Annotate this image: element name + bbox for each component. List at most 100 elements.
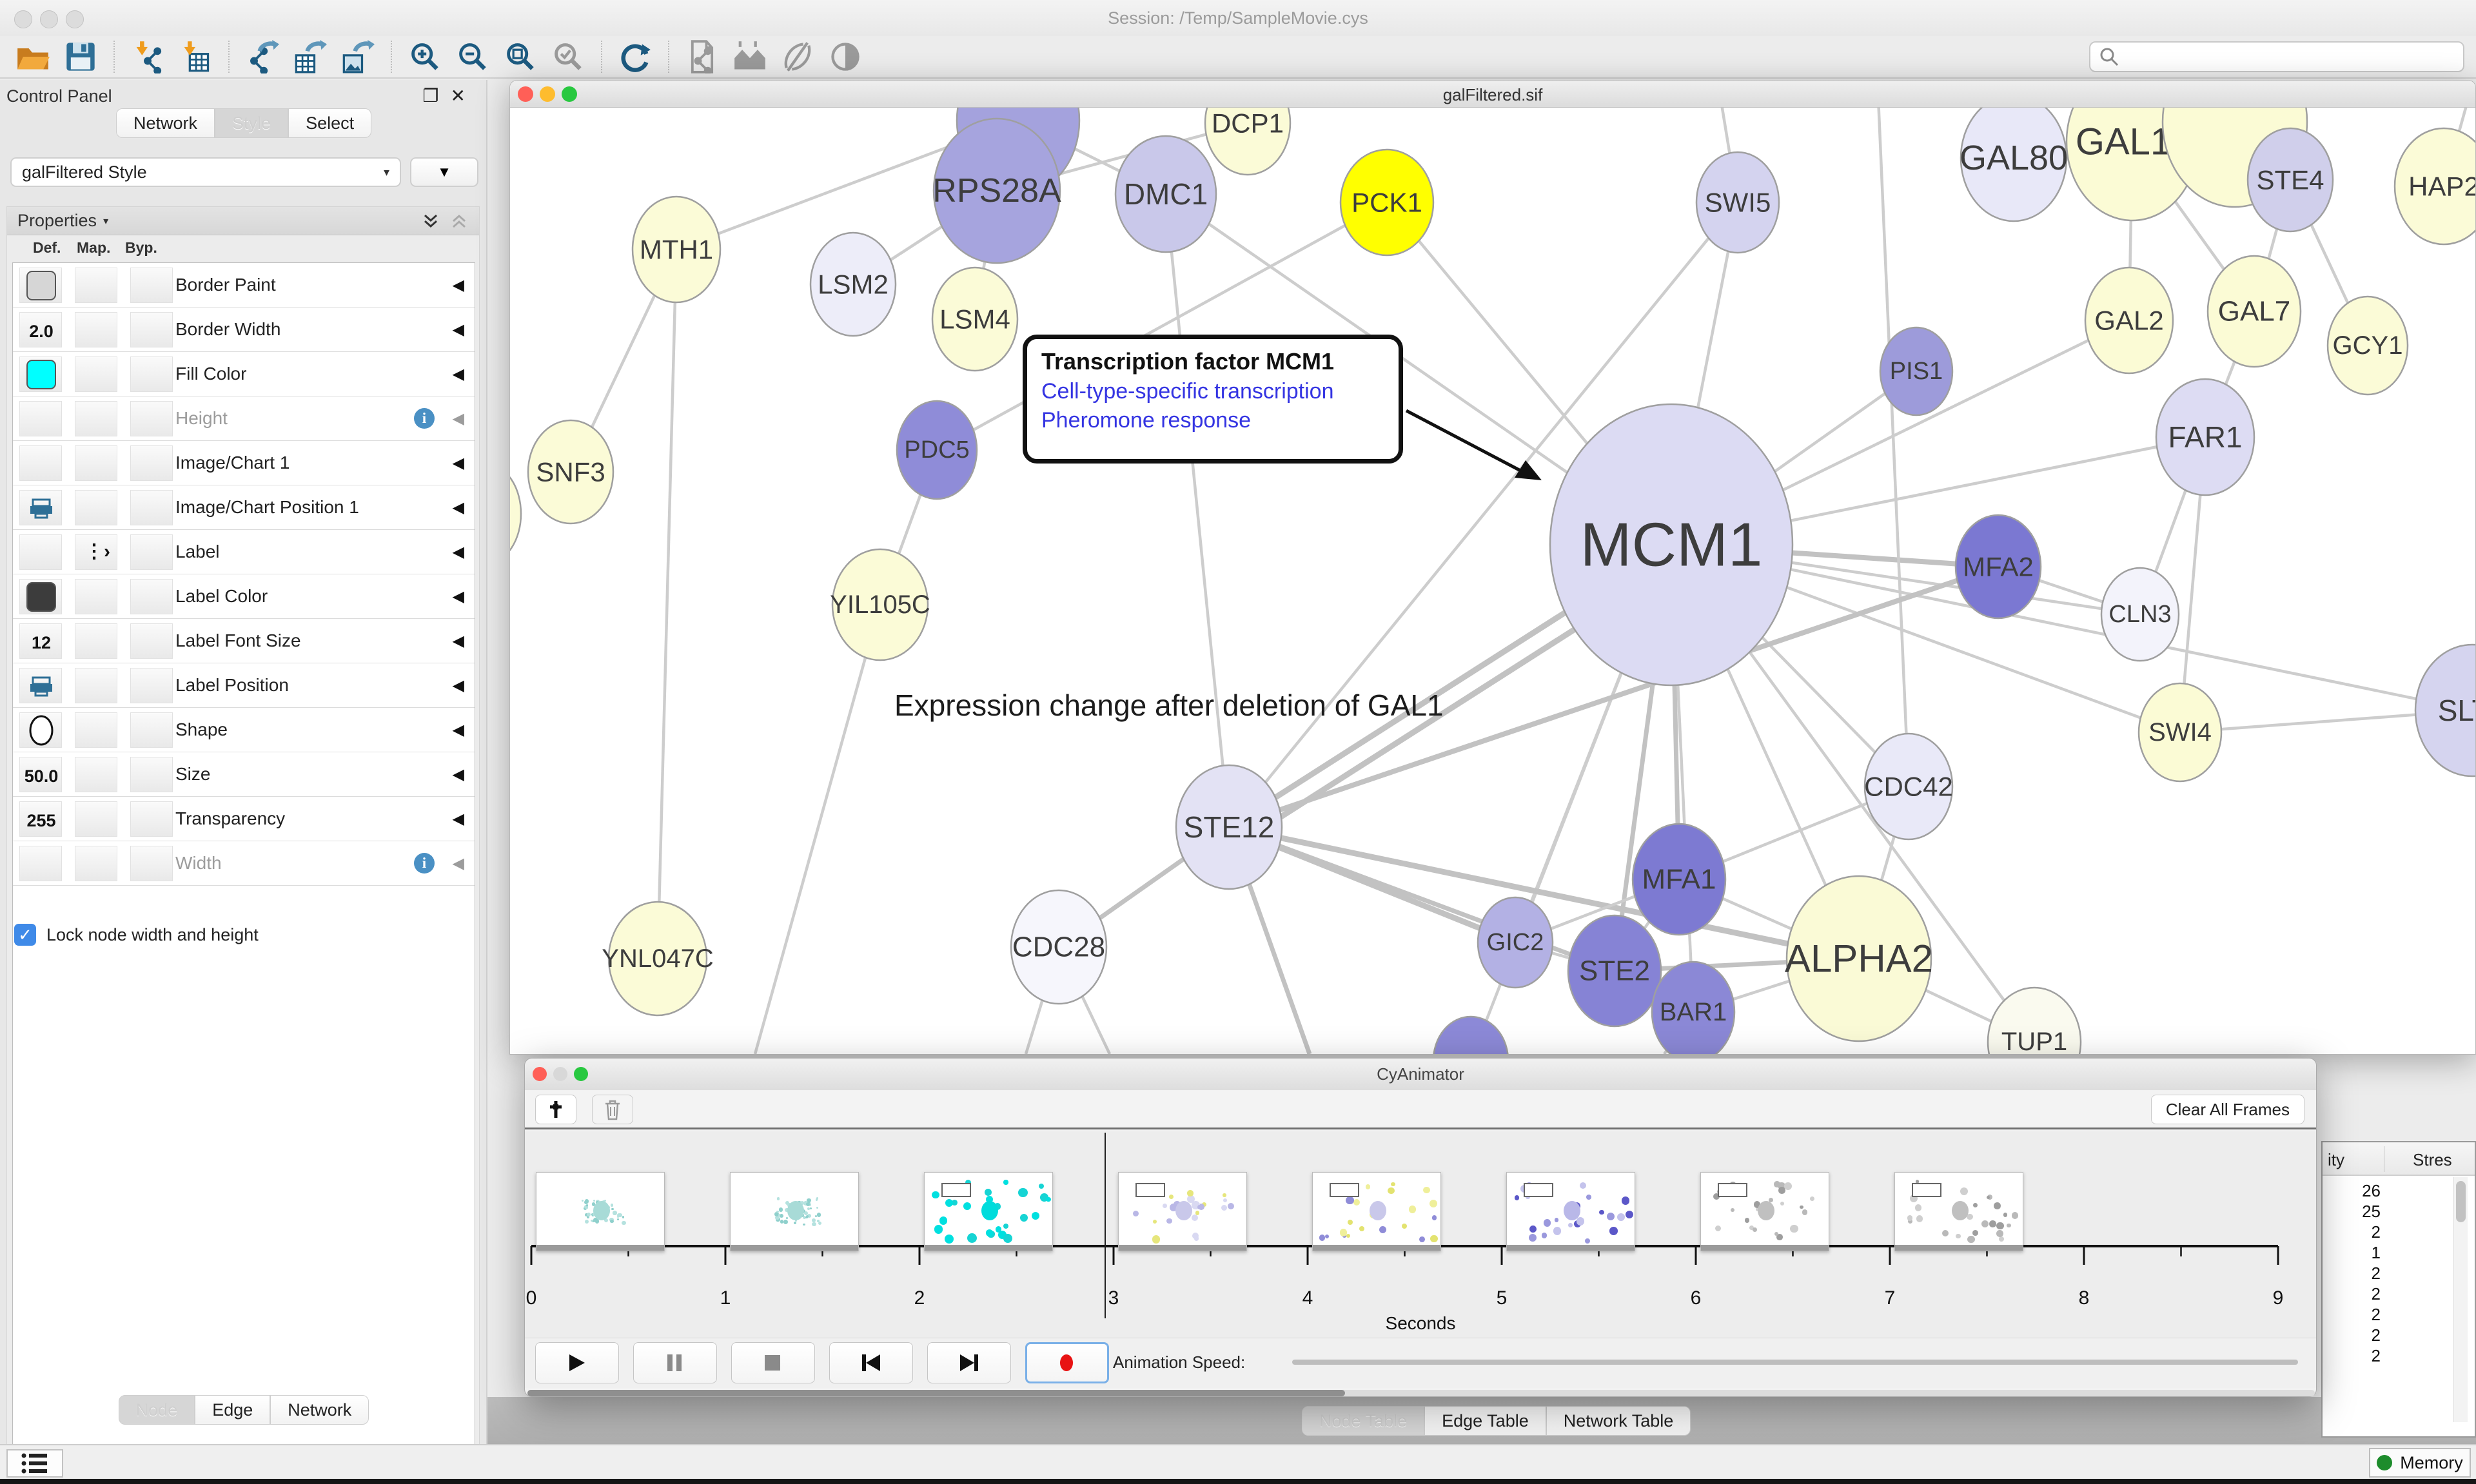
def-cell[interactable] xyxy=(19,668,62,703)
def-cell[interactable]: 50.0 xyxy=(19,757,62,792)
panel-window-buttons[interactable]: ❐✕ xyxy=(422,85,477,106)
node-LSM4[interactable]: LSM4 xyxy=(932,268,1017,371)
node-PDC5[interactable]: PDC5 xyxy=(897,401,977,499)
frame-thumbnail-7[interactable] xyxy=(1700,1172,1829,1251)
node-STE4[interactable]: STE4 xyxy=(2248,128,2333,231)
map-cell[interactable] xyxy=(75,579,117,614)
playhead[interactable] xyxy=(1105,1133,1106,1318)
skip-end-button[interactable] xyxy=(927,1342,1011,1383)
map-cell[interactable] xyxy=(75,668,117,703)
property-row-label-color[interactable]: Label Color◀ xyxy=(13,574,475,619)
expand-row-icon[interactable]: ◀ xyxy=(453,721,464,739)
map-cell[interactable] xyxy=(75,401,117,436)
map-cell[interactable] xyxy=(75,846,117,881)
zoom-fit-icon[interactable] xyxy=(502,39,539,75)
memory-button[interactable]: Memory xyxy=(2369,1448,2471,1478)
def-cell[interactable]: 255 xyxy=(19,801,62,837)
byp-cell[interactable] xyxy=(130,312,173,347)
clear-all-frames-button[interactable]: Clear All Frames xyxy=(2151,1095,2304,1124)
table-cell[interactable]: 25 xyxy=(2324,1202,2381,1222)
column-header[interactable]: ity xyxy=(2328,1150,2344,1170)
node-DCP1[interactable]: DCP1 xyxy=(1205,108,1290,175)
expand-row-icon[interactable]: ◀ xyxy=(453,365,464,384)
search-input[interactable] xyxy=(2089,41,2464,72)
node-MCM1[interactable]: MCM1 xyxy=(1550,404,1793,685)
node-MFA1[interactable]: MFA1 xyxy=(1633,824,1725,935)
map-cell[interactable] xyxy=(75,623,117,659)
byp-cell[interactable] xyxy=(130,801,173,837)
frame-thumbnail-1[interactable] xyxy=(536,1172,665,1251)
table-cell[interactable]: 2 xyxy=(2324,1305,2381,1325)
export-table-icon[interactable] xyxy=(291,39,329,75)
table-cell[interactable]: 2 xyxy=(2324,1264,2381,1284)
annotation-box[interactable]: Transcription factor MCM1 Cell-type-spec… xyxy=(1023,335,1403,464)
tab-node[interactable]: Node xyxy=(119,1395,195,1425)
node-GAL80[interactable]: GAL80 xyxy=(1960,108,2068,221)
copy-network-icon[interactable] xyxy=(683,39,721,75)
map-cell[interactable]: ⋮› xyxy=(75,534,117,570)
task-history-button[interactable] xyxy=(6,1449,63,1478)
node-STE2[interactable]: STE2 xyxy=(1568,915,1661,1026)
byp-cell[interactable] xyxy=(130,534,173,570)
zoom-selected-icon[interactable] xyxy=(549,39,587,75)
node-PCK1[interactable]: PCK1 xyxy=(1341,150,1433,255)
node-BAR1[interactable]: BAR1 xyxy=(1652,962,1734,1054)
network-canvas[interactable]: DCP1RPS28ADMC1PCK1SWI5GAL80GAL11STE4HAP2… xyxy=(510,108,2475,1054)
frame-thumbnail-5[interactable] xyxy=(1312,1172,1441,1251)
tab-select[interactable]: Select xyxy=(288,108,371,138)
def-cell[interactable] xyxy=(19,534,62,570)
byp-cell[interactable] xyxy=(130,445,173,481)
def-cell[interactable] xyxy=(19,490,62,525)
import-table-icon[interactable] xyxy=(177,39,214,75)
expand-row-icon[interactable]: ◀ xyxy=(453,854,464,873)
export-network-icon[interactable] xyxy=(244,39,281,75)
properties-header[interactable]: Properties ▾ xyxy=(7,207,479,235)
home-icon[interactable] xyxy=(731,39,769,75)
expand-row-icon[interactable]: ◀ xyxy=(453,587,464,606)
property-row-border-paint[interactable]: Border Paint◀ xyxy=(13,263,475,308)
node-SWI4[interactable]: SWI4 xyxy=(2139,683,2221,781)
scrollbar-thumb[interactable] xyxy=(527,1390,1345,1396)
node-GAL2[interactable]: GAL2 xyxy=(2085,268,2173,373)
node-pnode[interactable] xyxy=(1433,1017,1508,1054)
property-row-border-width[interactable]: 2.0Border Width◀ xyxy=(13,308,475,352)
pause-button[interactable] xyxy=(633,1342,717,1383)
zoom-in-icon[interactable] xyxy=(406,39,444,75)
table-cell[interactable]: 2 xyxy=(2324,1325,2381,1345)
table-cell[interactable]: 26 xyxy=(2324,1181,2381,1201)
eye-hidden-icon[interactable] xyxy=(779,39,816,75)
node-FAR1[interactable]: FAR1 xyxy=(2156,379,2254,495)
node-CDC28[interactable]: CDC28 xyxy=(1011,890,1106,1004)
frame-thumbnail-3[interactable] xyxy=(924,1172,1053,1251)
scrollbar-thumb[interactable] xyxy=(2456,1181,2466,1222)
byp-cell[interactable] xyxy=(130,623,173,659)
node-YNL047C[interactable]: YNL047C xyxy=(602,902,713,1015)
info-icon[interactable]: i xyxy=(414,408,435,429)
node-SNF3[interactable]: SNF3 xyxy=(528,420,613,523)
map-cell[interactable] xyxy=(75,801,117,837)
def-cell[interactable]: 2.0 xyxy=(19,312,62,347)
annotation-link[interactable]: Pheromone response xyxy=(1041,408,1392,433)
def-cell[interactable] xyxy=(19,846,62,881)
node-SWI5[interactable]: SWI5 xyxy=(1696,152,1779,253)
byp-cell[interactable] xyxy=(130,712,173,748)
annotation-link[interactable]: Cell-type-specific transcription xyxy=(1041,379,1392,404)
expand-row-icon[interactable]: ◀ xyxy=(453,765,464,784)
expand-row-icon[interactable]: ◀ xyxy=(453,632,464,650)
open-icon[interactable] xyxy=(14,39,52,75)
property-row-image-chart-position-1[interactable]: Image/Chart Position 1◀ xyxy=(13,485,475,530)
table-scrollbar[interactable] xyxy=(2453,1177,2468,1422)
node-ALPHA2[interactable]: ALPHA2 xyxy=(1785,876,1933,1041)
expand-row-icon[interactable]: ◀ xyxy=(453,276,464,295)
node-lnode[interactable] xyxy=(510,465,521,563)
add-frame-button[interactable] xyxy=(535,1095,576,1124)
table-cell[interactable]: 2 xyxy=(2324,1284,2381,1304)
def-cell[interactable] xyxy=(19,268,62,303)
def-cell[interactable] xyxy=(19,401,62,436)
expand-row-icon[interactable]: ◀ xyxy=(453,543,464,561)
tab-style[interactable]: Style xyxy=(215,108,288,138)
animation-speed-slider[interactable] xyxy=(1292,1360,2298,1365)
style-options-button[interactable]: ▼ xyxy=(410,157,478,187)
frame-thumbnail-8[interactable] xyxy=(1894,1172,2023,1251)
map-cell[interactable] xyxy=(75,490,117,525)
